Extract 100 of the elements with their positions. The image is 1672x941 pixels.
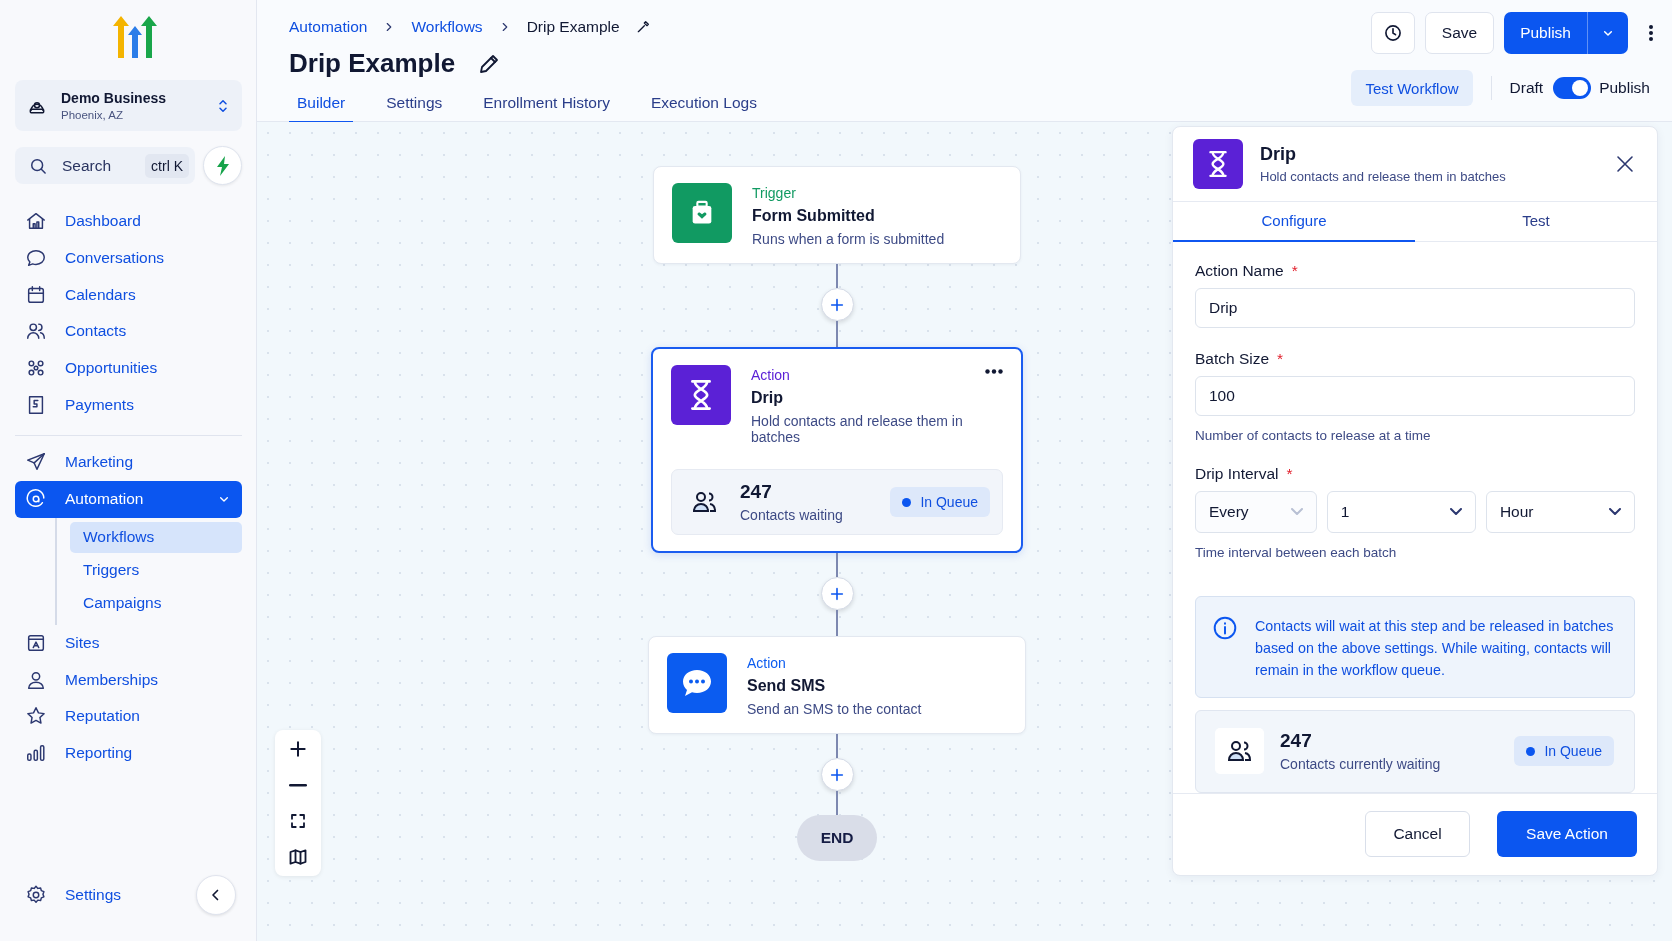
nav-label: Automation bbox=[65, 490, 144, 509]
node-title: Send SMS bbox=[747, 677, 826, 695]
nav-item[interactable]: Reporting bbox=[15, 734, 242, 772]
tab[interactable]: Configure bbox=[1173, 201, 1415, 242]
nav-subitem[interactable]: Campaigns bbox=[70, 587, 242, 619]
input-field[interactable]: Drip bbox=[1195, 287, 1635, 328]
nav-label: Reporting bbox=[65, 743, 133, 762]
test-workflow-button[interactable]: Test Workflow bbox=[1351, 70, 1473, 106]
nav-item[interactable]: Payments bbox=[15, 386, 242, 424]
add-step-button[interactable] bbox=[820, 577, 854, 610]
search-input[interactable]: Search bbox=[62, 156, 120, 175]
tab[interactable]: Execution Logs bbox=[642, 88, 765, 124]
nav-item[interactable]: Automation bbox=[15, 480, 242, 518]
nav-label: Contacts bbox=[65, 322, 127, 341]
nav-item[interactable]: Calendars bbox=[15, 276, 242, 314]
save-action-button[interactable]: Save Action bbox=[1497, 811, 1637, 858]
logo bbox=[110, 14, 159, 60]
plus-icon bbox=[829, 766, 845, 783]
workflow-node[interactable]: Action Send SMS Send an SMS to the contact bbox=[648, 636, 1026, 734]
dropdown[interactable]: Hour bbox=[1485, 490, 1635, 533]
publish-toggle[interactable] bbox=[1553, 77, 1592, 99]
count-label: Contacts currently waiting bbox=[1280, 756, 1442, 773]
node-description: Hold contacts and release them in batches bbox=[751, 413, 964, 445]
nav-item[interactable]: Contacts bbox=[15, 313, 242, 350]
input-field[interactable]: 100 bbox=[1195, 375, 1635, 416]
panel-title: Drip bbox=[1260, 143, 1297, 165]
plus-icon bbox=[829, 585, 845, 602]
node-category: Action bbox=[751, 367, 790, 383]
expand-icon bbox=[289, 812, 307, 830]
tab[interactable]: Settings bbox=[378, 88, 451, 124]
tab[interactable]: Enrollment History bbox=[475, 88, 618, 124]
nav-item[interactable]: Opportunities bbox=[15, 349, 242, 387]
clock-icon bbox=[1382, 23, 1403, 43]
calendar-icon bbox=[25, 283, 47, 306]
nav-label: Payments bbox=[65, 395, 134, 414]
nav-label: Opportunities bbox=[65, 359, 158, 378]
nav-label[interactable]: Settings bbox=[65, 886, 121, 904]
nav-item[interactable]: Dashboard bbox=[15, 203, 242, 240]
info-icon bbox=[1212, 614, 1238, 641]
minimap-button[interactable] bbox=[287, 846, 309, 868]
more-icon[interactable] bbox=[1648, 24, 1654, 42]
publish-button[interactable]: Publish bbox=[1504, 12, 1628, 54]
workflow-title: Drip Example bbox=[289, 48, 456, 79]
node-category: Trigger bbox=[752, 185, 796, 201]
hourglass-icon bbox=[688, 379, 714, 411]
nav-label: Calendars bbox=[65, 285, 136, 304]
shortcut-hint: ctrl K bbox=[145, 153, 189, 178]
account-name: Demo Business bbox=[61, 90, 168, 106]
dropdown[interactable]: 1 bbox=[1326, 490, 1476, 533]
history-button[interactable] bbox=[1370, 12, 1415, 54]
field-label: Drip Interval bbox=[1195, 464, 1279, 483]
breadcrumb: Drip Example bbox=[526, 18, 620, 36]
cancel-button[interactable]: Cancel bbox=[1365, 811, 1470, 858]
nav-item[interactable]: Memberships bbox=[15, 661, 242, 698]
count-label: Contacts waiting bbox=[740, 507, 844, 523]
contact-count: 247 bbox=[1280, 730, 1313, 753]
minus-icon bbox=[289, 783, 307, 787]
nav-subitem[interactable]: Triggers bbox=[70, 554, 242, 586]
nav-label: Conversations bbox=[65, 249, 165, 268]
breadcrumb[interactable]: Workflows bbox=[411, 18, 483, 36]
save-button[interactable]: Save bbox=[1424, 12, 1495, 54]
settings-icon bbox=[25, 884, 47, 906]
account-switcher[interactable]: Demo Business Phoenix, AZ bbox=[15, 80, 242, 131]
contact-count: 247 bbox=[740, 481, 773, 503]
field-label: Action Name bbox=[1195, 261, 1284, 280]
node-category: Action bbox=[747, 655, 786, 671]
nav-label: Reputation bbox=[65, 707, 140, 726]
tab[interactable]: Test bbox=[1415, 201, 1657, 242]
nav-item[interactable]: Reputation bbox=[15, 697, 242, 735]
toggle-label: Draft bbox=[1509, 79, 1544, 97]
nav-label: Sites bbox=[65, 633, 100, 652]
users-icon bbox=[1226, 739, 1253, 764]
workflow-node[interactable]: Action Drip Hold contacts and release them in batches 247 Contacts waiting In Queue bbox=[651, 347, 1023, 553]
add-step-button[interactable] bbox=[820, 758, 854, 791]
help-text: Time interval between each batch bbox=[1195, 544, 1398, 560]
nav-subitem[interactable]: Workflows bbox=[70, 521, 242, 553]
nav-item[interactable]: Marketing bbox=[15, 444, 242, 481]
required-mark: * bbox=[1286, 464, 1293, 483]
breadcrumb[interactable]: Automation bbox=[289, 18, 368, 36]
status-badge: In Queue bbox=[890, 487, 990, 517]
more-icon[interactable] bbox=[985, 369, 1003, 374]
search-bar[interactable]: Search ctrl K bbox=[15, 147, 195, 184]
nav-item[interactable]: Sites bbox=[15, 624, 242, 662]
plus-icon bbox=[288, 739, 308, 759]
quick-action-button[interactable] bbox=[203, 146, 242, 185]
workflow-node[interactable]: Trigger Form Submitted Runs when a form is submitted bbox=[653, 166, 1021, 264]
plus-icon bbox=[829, 296, 845, 313]
lightning-icon bbox=[215, 155, 230, 176]
nav-label: Marketing bbox=[65, 453, 134, 472]
status-badge: In Queue bbox=[1514, 736, 1614, 767]
users-icon bbox=[692, 490, 718, 514]
required-mark: * bbox=[1291, 261, 1298, 280]
nav-item[interactable]: Conversations bbox=[15, 239, 242, 277]
toggle-label: Publish bbox=[1599, 79, 1650, 97]
field-label: Batch Size bbox=[1195, 349, 1270, 368]
node-description: Send an SMS to the contact bbox=[747, 701, 922, 717]
info-text: Contacts will wait at this step and be released in batches based on the above settings. While waiting, contacts will remain in the workflow queue. bbox=[1255, 616, 1614, 680]
add-step-button[interactable] bbox=[820, 288, 854, 321]
node-description: Runs when a form is submitted bbox=[752, 231, 945, 247]
help-text: Number of contacts to release at a time bbox=[1195, 427, 1432, 443]
